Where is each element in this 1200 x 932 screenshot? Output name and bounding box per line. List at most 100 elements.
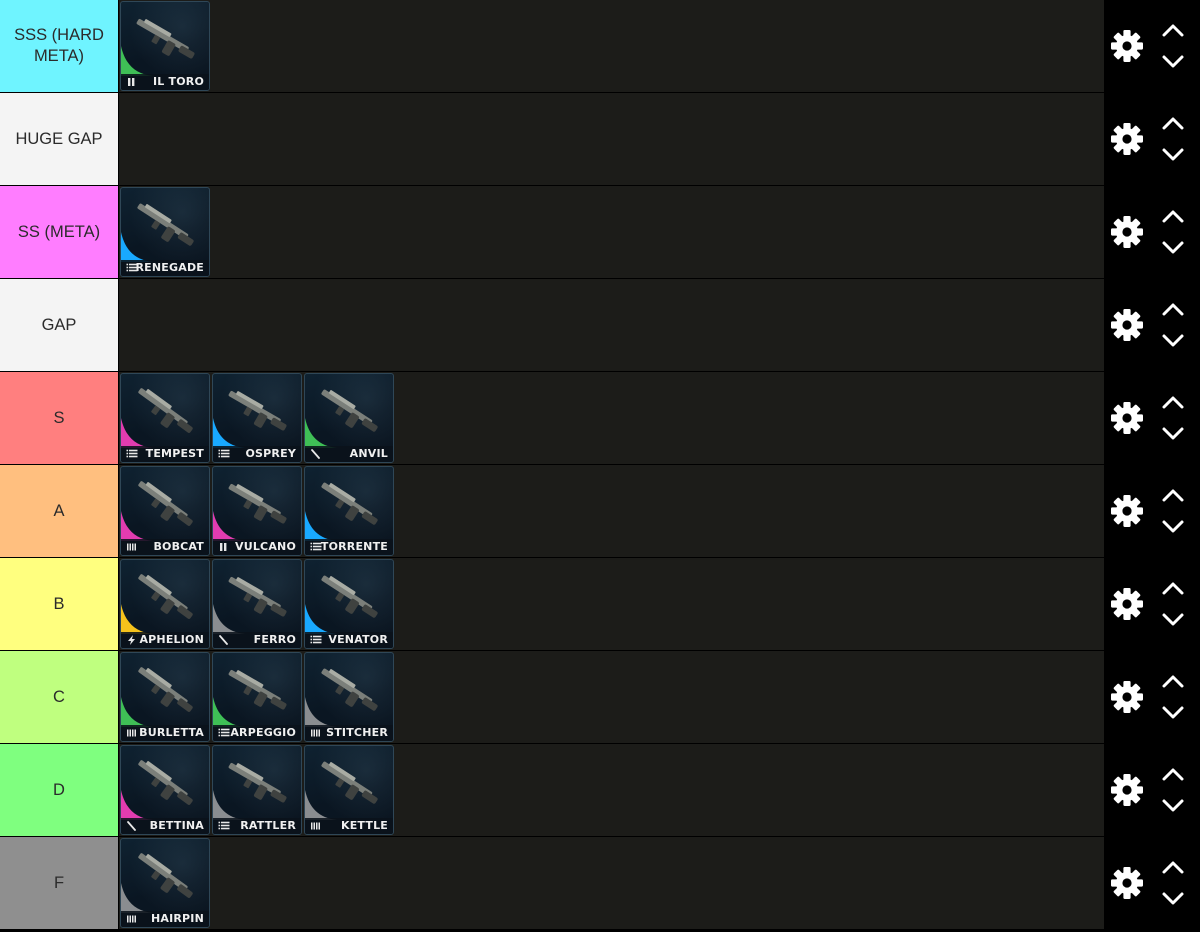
- gear-icon[interactable]: [1109, 679, 1145, 715]
- weapon-card[interactable]: RATTLER: [212, 745, 302, 835]
- weapon-name: HAIRPIN: [150, 912, 204, 925]
- gear-icon[interactable]: [1109, 307, 1145, 343]
- weapon-card[interactable]: STITCHER: [304, 652, 394, 742]
- tier-label[interactable]: A: [0, 465, 118, 557]
- weapon-card[interactable]: OSPREY: [212, 373, 302, 463]
- tier-label[interactable]: F: [0, 837, 118, 929]
- chevron-up-icon[interactable]: [1160, 672, 1186, 690]
- tier-label[interactable]: C: [0, 651, 118, 743]
- weapon-image: [228, 762, 287, 803]
- light-ammo-icon: [311, 822, 320, 830]
- tier-controls: [1104, 279, 1200, 371]
- chevron-down-icon[interactable]: [1160, 797, 1186, 815]
- chevron-up-icon[interactable]: [1160, 393, 1186, 411]
- weapon-card[interactable]: ANVIL: [304, 373, 394, 463]
- chevron-up-icon[interactable]: [1160, 207, 1186, 225]
- weapon-card[interactable]: TORRENTE: [304, 466, 394, 556]
- gear-icon[interactable]: [1109, 493, 1145, 529]
- gear-icon[interactable]: [1109, 214, 1145, 250]
- tier-label[interactable]: GAP: [0, 279, 118, 371]
- chevron-down-icon[interactable]: [1160, 53, 1186, 71]
- weapon-name: ANVIL: [349, 447, 388, 460]
- weapon-image: [138, 388, 193, 433]
- chevron-down-icon[interactable]: [1160, 239, 1186, 257]
- weapon-card[interactable]: RENEGADE: [120, 187, 210, 277]
- chevron-up-icon[interactable]: [1160, 579, 1186, 597]
- chevron-down-icon[interactable]: [1160, 611, 1186, 629]
- weapon-card[interactable]: TEMPEST: [120, 373, 210, 463]
- weapon-name: IL TORO: [152, 75, 204, 88]
- light-ammo-icon: [311, 729, 320, 737]
- gear-icon[interactable]: [1109, 586, 1145, 622]
- tier-items-dropzone[interactable]: TEMPEST OSPREY ANVIL: [119, 372, 1104, 464]
- chevron-down-icon[interactable]: [1160, 425, 1186, 443]
- weapon-name: BETTINA: [149, 819, 204, 832]
- weapon-card[interactable]: ARPEGGIO: [212, 652, 302, 742]
- gear-icon[interactable]: [1109, 400, 1145, 436]
- gear-icon[interactable]: [1109, 28, 1145, 64]
- tier-list: SSS (HARD META) IL TORO HUGE GAP SS (META) R…: [0, 0, 1200, 932]
- chevron-up-icon[interactable]: [1160, 21, 1186, 39]
- tier-controls: [1104, 372, 1200, 464]
- tier-label[interactable]: SSS (HARD META): [0, 0, 118, 92]
- chevron-down-icon[interactable]: [1160, 332, 1186, 350]
- weapon-name: ARPEGGIO: [230, 726, 296, 739]
- tier-items-dropzone[interactable]: IL TORO: [119, 0, 1104, 92]
- tier-label[interactable]: SS (META): [0, 186, 118, 278]
- weapon-card[interactable]: BOBCAT: [120, 466, 210, 556]
- gear-icon[interactable]: [1109, 865, 1145, 901]
- tier-row: D BETTINA RATTLER KETTLE: [0, 744, 1200, 836]
- tier-controls: [1104, 0, 1200, 92]
- tier-items-dropzone[interactable]: HAIRPIN: [119, 837, 1104, 929]
- light-ammo-icon: [127, 543, 136, 551]
- gear-icon[interactable]: [1109, 772, 1145, 808]
- weapon-card[interactable]: HAIRPIN: [120, 838, 210, 928]
- heavy-ammo-icon: [311, 449, 320, 459]
- weapon-name: BURLETTA: [139, 726, 204, 739]
- weapon-name: OSPREY: [245, 447, 296, 460]
- tier-items-dropzone[interactable]: RENEGADE: [119, 186, 1104, 278]
- tier-items-dropzone[interactable]: [119, 279, 1104, 371]
- gear-icon[interactable]: [1109, 121, 1145, 157]
- weapon-name: BOBCAT: [153, 540, 204, 553]
- weapon-card[interactable]: APHELION: [120, 559, 210, 649]
- weapon-image: [138, 574, 193, 619]
- weapon-image: [138, 481, 193, 526]
- weapon-card[interactable]: FERRO: [212, 559, 302, 649]
- weapon-image: [228, 669, 287, 710]
- tier-row: HUGE GAP: [0, 93, 1200, 185]
- energy-ammo-icon: [128, 635, 135, 645]
- tier-items-dropzone[interactable]: BURLETTA ARPEGGIO STITCHER: [119, 651, 1104, 743]
- tier-row: S TEMPEST OSPREY ANVIL: [0, 372, 1200, 464]
- chevron-up-icon[interactable]: [1160, 114, 1186, 132]
- weapon-name: VULCANO: [235, 540, 296, 553]
- tier-label[interactable]: D: [0, 744, 118, 836]
- weapon-card[interactable]: VULCANO: [212, 466, 302, 556]
- chevron-down-icon[interactable]: [1160, 146, 1186, 164]
- chevron-down-icon[interactable]: [1160, 890, 1186, 908]
- chevron-down-icon[interactable]: [1160, 704, 1186, 722]
- weapon-name: APHELION: [139, 633, 204, 646]
- chevron-up-icon[interactable]: [1160, 486, 1186, 504]
- tier-label[interactable]: HUGE GAP: [0, 93, 118, 185]
- chevron-up-icon[interactable]: [1160, 765, 1186, 783]
- tier-row: C BURLETTA ARPEGGIO STITCHER: [0, 651, 1200, 743]
- tier-controls: [1104, 186, 1200, 278]
- chevron-up-icon[interactable]: [1160, 300, 1186, 318]
- tier-label[interactable]: B: [0, 558, 118, 650]
- weapon-card[interactable]: KETTLE: [304, 745, 394, 835]
- tier-items-dropzone[interactable]: [119, 93, 1104, 185]
- tier-label[interactable]: S: [0, 372, 118, 464]
- weapon-card[interactable]: BURLETTA: [120, 652, 210, 742]
- weapon-image: [321, 482, 378, 525]
- chevron-down-icon[interactable]: [1160, 518, 1186, 536]
- weapon-name: FERRO: [253, 633, 296, 646]
- tier-items-dropzone[interactable]: APHELION FERRO VENATOR: [119, 558, 1104, 650]
- weapon-card[interactable]: IL TORO: [120, 1, 210, 91]
- tier-items-dropzone[interactable]: BETTINA RATTLER KETTLE: [119, 744, 1104, 836]
- weapon-card[interactable]: BETTINA: [120, 745, 210, 835]
- chevron-up-icon[interactable]: [1160, 858, 1186, 876]
- weapon-card[interactable]: VENATOR: [304, 559, 394, 649]
- tier-controls: [1104, 465, 1200, 557]
- tier-items-dropzone[interactable]: BOBCAT VULCANO TORRENTE: [119, 465, 1104, 557]
